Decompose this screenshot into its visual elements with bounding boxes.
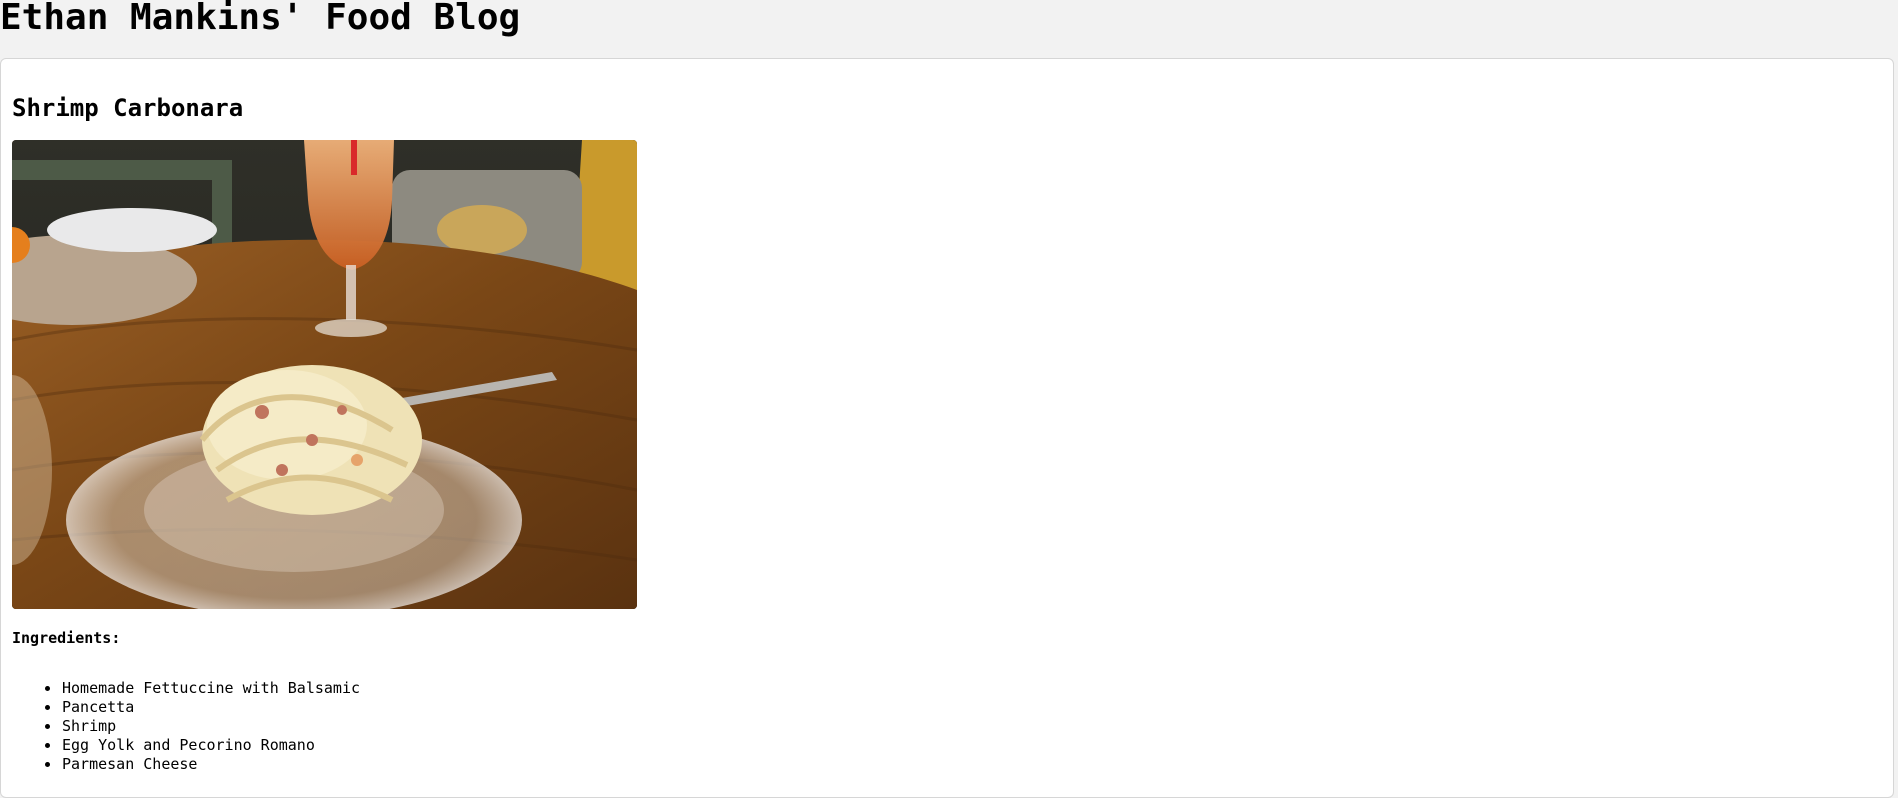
site-header: Ethan Mankins' Food Blog <box>0 0 1898 58</box>
list-item: Pancetta <box>44 698 360 717</box>
ingredient-list: Homemade Fettuccine with Balsamic Pancet… <box>12 679 360 774</box>
site-title: Ethan Mankins' Food Blog <box>0 0 521 38</box>
list-item: Shrimp <box>44 717 360 736</box>
post-title: Shrimp Carbonara <box>12 94 244 122</box>
list-item: Homemade Fettuccine with Balsamic <box>44 679 361 697</box>
list-item: Egg Yolk and Pecorino Romano <box>44 736 360 755</box>
post-card: Shrimp Carbonara Ingredients: Homemade F… <box>0 58 1894 798</box>
list-item: Parmesan Cheese <box>44 755 360 774</box>
dish-photo <box>12 140 637 609</box>
ingredients-heading: Ingredients: <box>12 629 121 647</box>
